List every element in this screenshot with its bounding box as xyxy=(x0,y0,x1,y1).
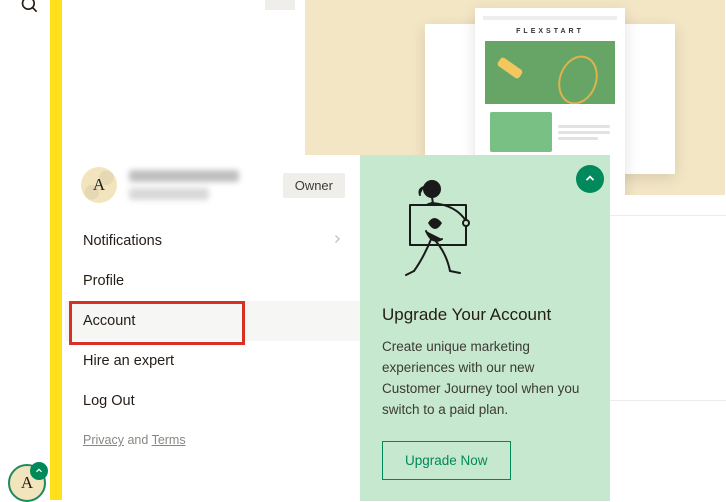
terms-link[interactable]: Terms xyxy=(152,433,186,447)
user-sub-redacted xyxy=(129,188,209,200)
arrow-up-circle-icon xyxy=(30,462,48,480)
menu-item-logout[interactable]: Log Out xyxy=(65,381,361,421)
role-badge: Owner xyxy=(283,173,345,198)
upgrade-body: Create unique marketing experiences with… xyxy=(382,337,588,421)
search-icon[interactable] xyxy=(20,0,40,15)
avatar: A xyxy=(81,167,117,203)
legal-separator: and xyxy=(124,433,152,447)
menu-label: Profile xyxy=(83,273,124,289)
nav-accent-bar xyxy=(50,0,62,500)
upgrade-illustration xyxy=(382,175,502,295)
menu-label: Notifications xyxy=(83,233,162,249)
template-brand-label: FLEXSTART xyxy=(516,28,584,35)
menu-item-notifications[interactable]: Notifications xyxy=(65,221,361,261)
menu-label: Account xyxy=(83,313,135,329)
divider xyxy=(610,215,726,216)
user-header: A Owner xyxy=(65,155,361,221)
upgrade-now-button[interactable]: Upgrade Now xyxy=(382,441,511,480)
menu-item-profile[interactable]: Profile xyxy=(65,261,361,301)
user-info xyxy=(129,170,271,200)
divider xyxy=(610,400,726,401)
menu-item-account[interactable]: Account xyxy=(65,301,361,341)
arrow-up-circle-icon[interactable] xyxy=(576,165,604,193)
avatar-letter: A xyxy=(93,175,105,195)
floating-avatar-button[interactable]: A xyxy=(8,464,46,502)
menu-label: Hire an expert xyxy=(83,353,174,369)
user-menu-dropdown: A Owner Notifications Profile Account Hi… xyxy=(65,155,361,475)
upgrade-card: Upgrade Your Account Create unique marke… xyxy=(360,155,610,501)
background-block xyxy=(265,0,295,10)
privacy-link[interactable]: Privacy xyxy=(83,433,124,447)
user-name-redacted xyxy=(129,170,239,182)
upgrade-title: Upgrade Your Account xyxy=(382,305,588,325)
chevron-right-icon xyxy=(331,233,343,249)
menu-item-hire-expert[interactable]: Hire an expert xyxy=(65,341,361,381)
legal-links: Privacy and Terms xyxy=(65,421,361,447)
menu-label: Log Out xyxy=(83,393,135,409)
